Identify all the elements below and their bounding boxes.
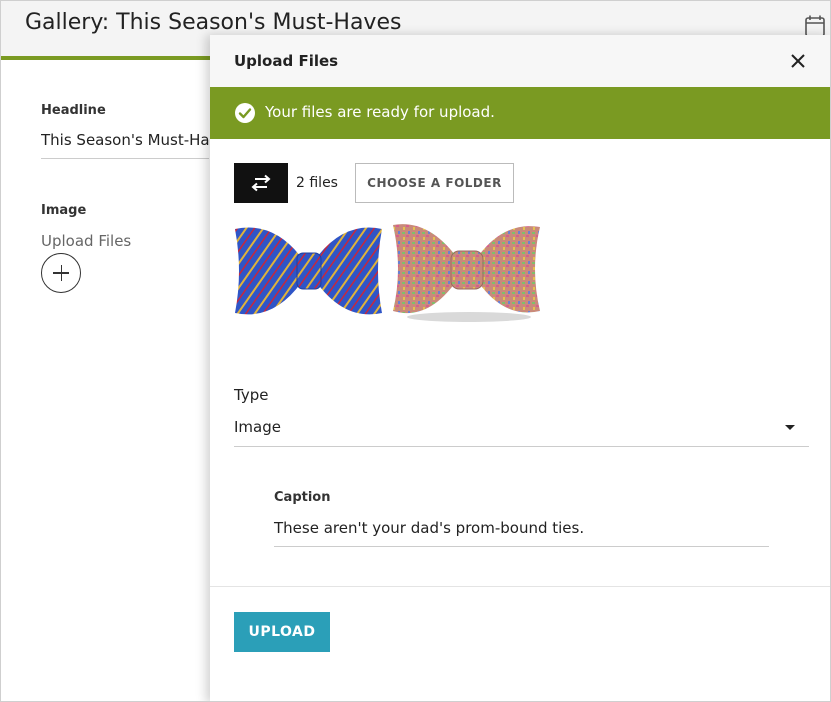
type-select[interactable]: Image xyxy=(234,418,809,447)
caption-field[interactable]: These aren't your dad's prom-bound ties. xyxy=(274,519,769,547)
upload-files-link[interactable]: Upload Files xyxy=(41,232,131,250)
close-icon[interactable] xyxy=(787,50,809,72)
file-count: 2 files xyxy=(296,175,338,191)
modal-divider xyxy=(210,586,830,587)
page-title: Gallery: This Season's Must-Haves xyxy=(25,10,402,35)
header-accent-bar xyxy=(1,56,210,60)
plus-circle-icon[interactable] xyxy=(41,253,81,293)
choose-folder-button[interactable]: CHOOSE A FOLDER xyxy=(355,163,514,203)
check-circle-icon xyxy=(235,103,255,123)
headline-field[interactable]: This Season's Must-Haves xyxy=(41,131,209,159)
image-label: Image xyxy=(41,203,87,218)
chevron-down-icon xyxy=(785,425,795,430)
caption-label: Caption xyxy=(274,490,331,505)
swap-files-button[interactable] xyxy=(234,163,288,203)
headline-label: Headline xyxy=(41,103,106,118)
thumbnail-blue-striped-bow-tie[interactable] xyxy=(233,221,384,325)
type-label: Type xyxy=(234,386,269,404)
upload-button[interactable]: UPLOAD xyxy=(234,612,330,652)
swap-arrows-icon xyxy=(251,174,271,192)
modal-header: Upload Files xyxy=(210,35,830,87)
calendar-icon[interactable] xyxy=(805,15,825,37)
type-select-value: Image xyxy=(234,418,281,436)
status-banner: Your files are ready for upload. xyxy=(210,87,830,139)
app-frame: Gallery: This Season's Must-Haves Headli… xyxy=(0,0,831,702)
upload-files-modal: Upload Files Your files are ready for up… xyxy=(210,35,830,701)
thumbnail-multicolor-print-bow-tie[interactable] xyxy=(391,221,542,325)
status-banner-text: Your files are ready for upload. xyxy=(265,103,495,121)
modal-title: Upload Files xyxy=(234,52,339,70)
